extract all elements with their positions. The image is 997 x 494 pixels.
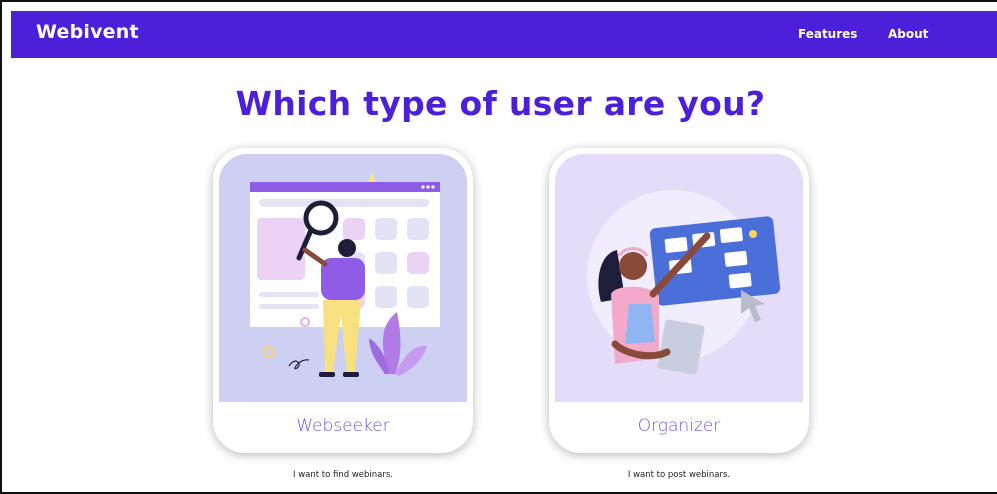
organizer-caption: I want to post webinars. [627,470,731,480]
webseeker-label: Webseeker [296,416,390,436]
nav-link-about[interactable]: About [888,27,928,41]
top-navbar: Webivent Features About [11,11,997,58]
brand-logo[interactable]: Webivent [36,21,139,43]
page-title: Which type of user are you? [235,84,766,123]
organizer-label: Organizer [637,416,721,436]
organizer-card[interactable]: Organizer [549,148,809,453]
magnifier-person-illustration [219,154,467,402]
nav-link-features[interactable]: Features [798,27,857,41]
page-frame: Webivent Features About Which type of us… [0,0,997,494]
webseeker-caption: I want to find webinars. [292,470,394,480]
woman-board-illustration [555,154,803,402]
webseeker-card[interactable]: Webseeker [213,148,473,453]
